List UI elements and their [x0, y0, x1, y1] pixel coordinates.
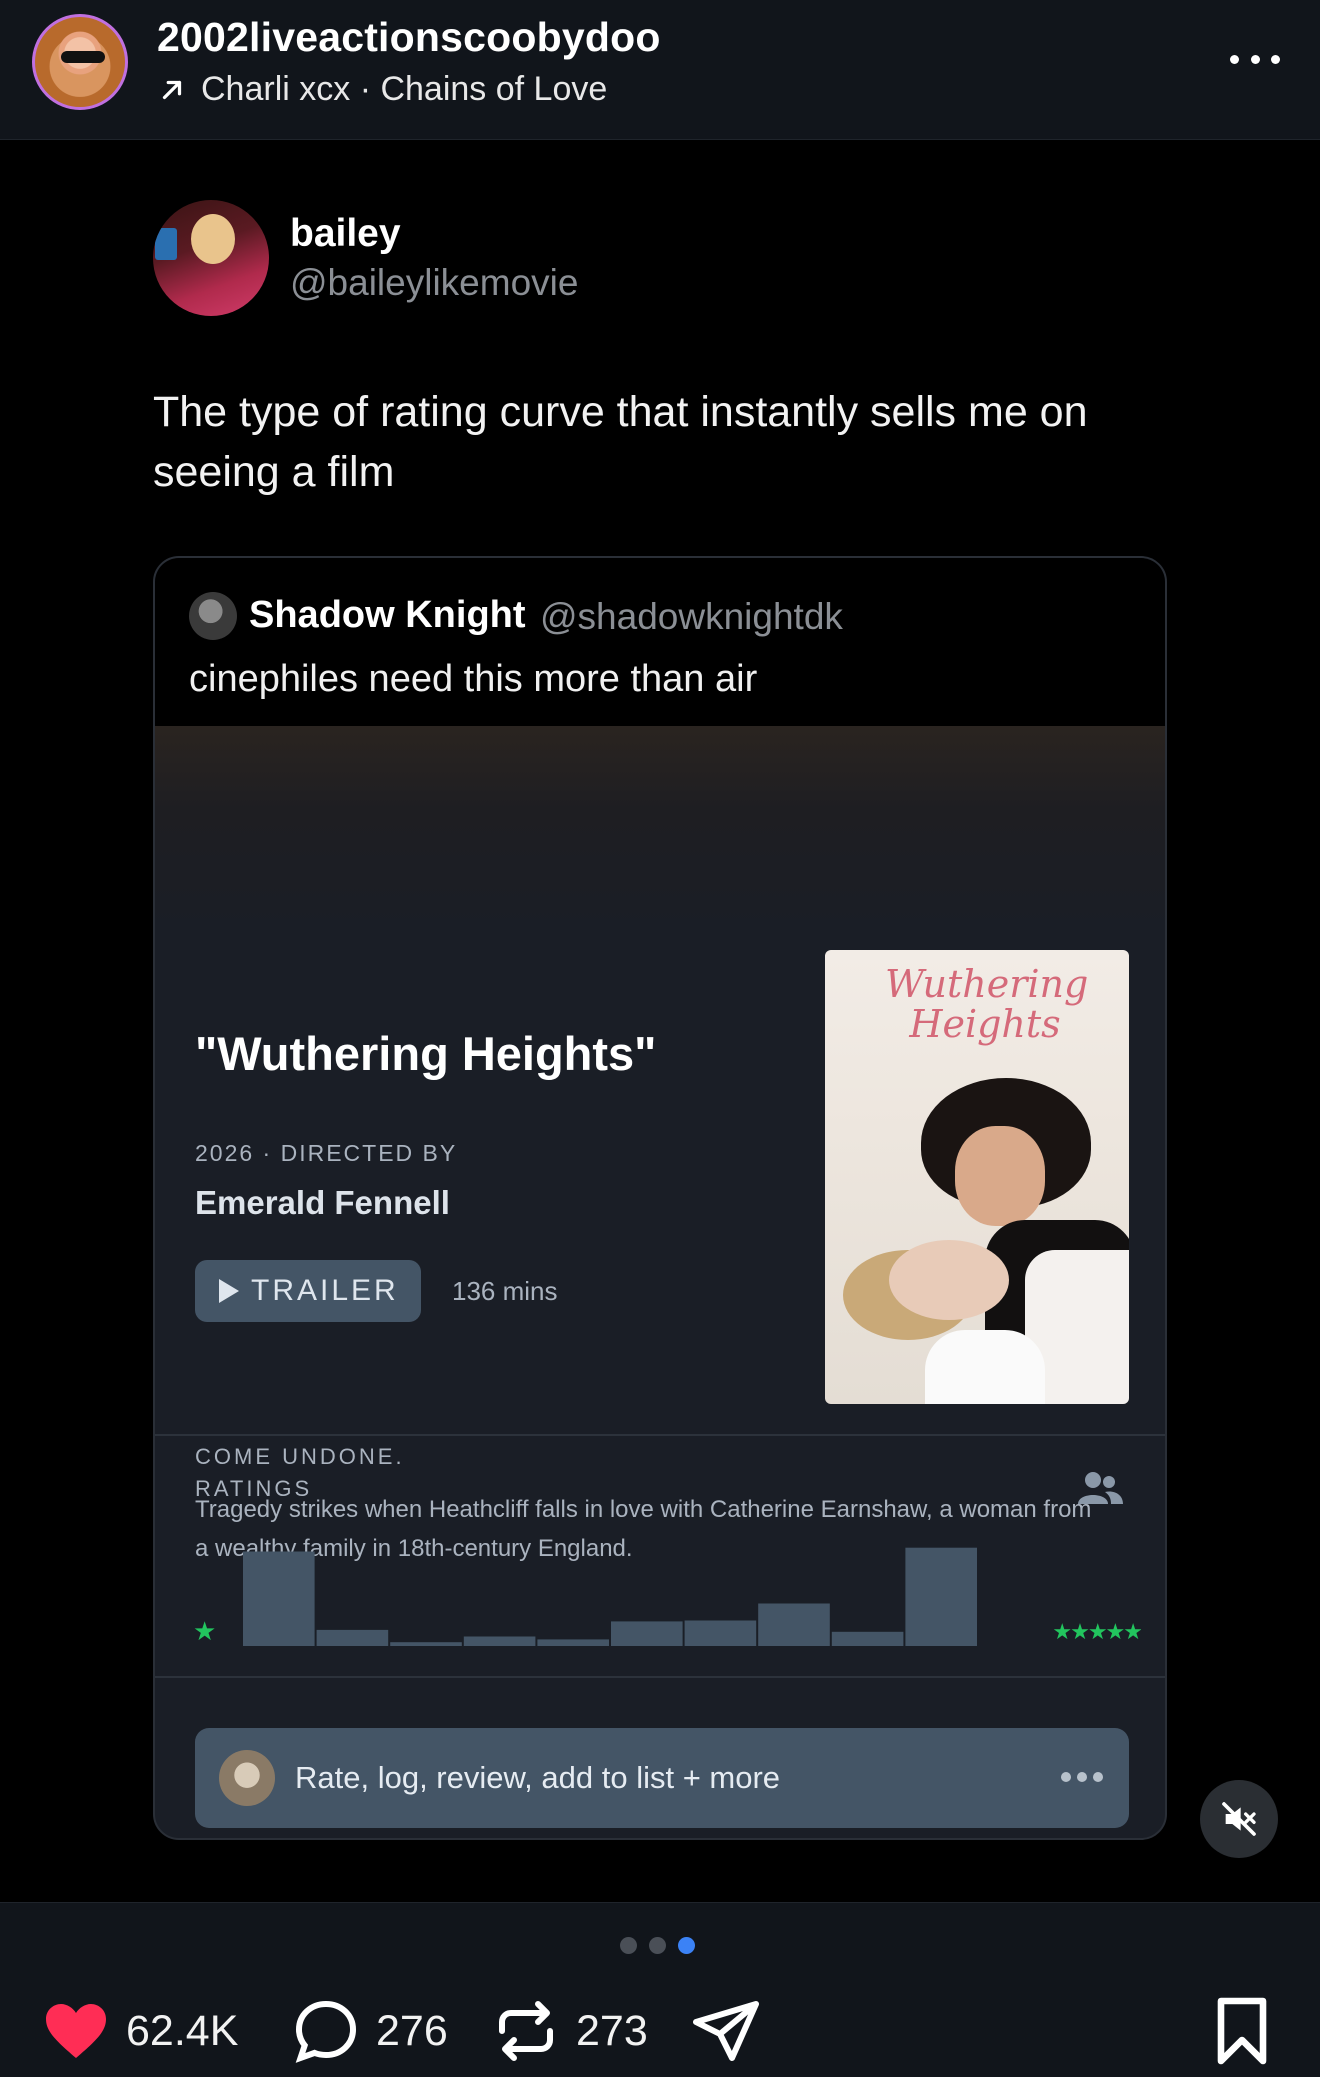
action-bar: 62.4K 276 273: [0, 1902, 1320, 2077]
rating-bar-0.5[interactable]: [243, 1551, 315, 1647]
comment-icon: [295, 2000, 357, 2063]
high-star-label: ★★★★★: [1052, 1620, 1141, 1645]
like-button[interactable]: 62.4K: [40, 1995, 238, 2067]
tweet-name: bailey: [290, 212, 401, 255]
user-avatar: [219, 1750, 275, 1806]
more-icon[interactable]: [1230, 44, 1280, 74]
repost-button[interactable]: 273: [490, 1995, 648, 2067]
divider: [155, 1434, 1165, 1436]
ratings-label: RATINGS: [195, 1476, 313, 1501]
repost-count: 273: [576, 2006, 648, 2055]
rating-bar-4.5[interactable]: [831, 1631, 904, 1646]
film-title: "Wuthering Heights": [195, 1027, 657, 1080]
quote-handle: @shadowknightdk: [540, 596, 843, 637]
rate-log-label: Rate, log, review, add to list + more: [295, 1760, 781, 1795]
rating-bar-1[interactable]: [316, 1629, 389, 1646]
quote-name: Shadow Knight: [249, 594, 526, 636]
share-button[interactable]: [690, 1995, 762, 2067]
author-avatar[interactable]: [32, 14, 128, 110]
rate-log-bar[interactable]: Rate, log, review, add to list + more: [195, 1728, 1129, 1828]
film-runtime: 136 mins: [452, 1276, 558, 1306]
film-poster: Wuthering Heights: [825, 950, 1129, 1404]
trailer-button[interactable]: TRAILER: [195, 1260, 421, 1322]
quoted-card: Shadow Knight @shadowknightdk cinephiles…: [153, 556, 1167, 1840]
poster-title: Wuthering Heights: [885, 962, 1089, 1046]
mute-button[interactable]: [1200, 1780, 1278, 1858]
low-star-label: ★: [193, 1617, 216, 1647]
quote-avatar: [189, 592, 237, 640]
heart-icon: [46, 2004, 106, 2058]
friends-icon[interactable]: [1075, 1468, 1125, 1508]
more-icon[interactable]: [1061, 1772, 1103, 1782]
repost-icon: [499, 2001, 553, 2061]
film-details: "Wuthering Heights" 2026 · DIRECTED BY E…: [155, 726, 1165, 1562]
like-count: 62.4K: [126, 2006, 239, 2055]
quote-text: cinephiles need this more than air: [189, 658, 758, 700]
rating-bar-3.5[interactable]: [684, 1620, 757, 1647]
rating-bar-5[interactable]: [905, 1547, 977, 1646]
rating-bar-2[interactable]: [463, 1636, 536, 1647]
divider: [155, 1676, 1165, 1678]
ratings-chart: ★ ★★★★★: [193, 1547, 1141, 1647]
play-icon: [219, 1279, 239, 1303]
film-tagline: COME UNDONE.: [195, 1444, 405, 1469]
share-icon: [693, 2001, 759, 2061]
pager-dot: [649, 1937, 666, 1954]
tweet-avatar: [153, 200, 269, 316]
comment-button[interactable]: 276: [290, 1995, 448, 2067]
post-header: 2002liveactionscoobydoo Charli xcx · Cha…: [0, 0, 1320, 140]
author-username[interactable]: 2002liveactionscoobydoo: [157, 14, 661, 61]
music-label: Charli xcx · Chains of Love: [201, 70, 608, 108]
pager-dot: [678, 1937, 695, 1954]
carousel-pager: [620, 1937, 695, 1954]
rating-bar-1.5[interactable]: [390, 1642, 462, 1646]
quote-header: Shadow Knight @shadowknightdk cinephiles…: [155, 558, 1165, 726]
mute-icon: [1222, 1802, 1256, 1836]
film-meta: 2026 · DIRECTED BY: [195, 1140, 458, 1166]
tweet-text: The type of rating curve that instantly …: [153, 388, 1088, 496]
film-director[interactable]: Emerald Fennell: [195, 1184, 450, 1222]
rating-bar-2.5[interactable]: [537, 1639, 609, 1646]
comment-count: 276: [376, 2006, 448, 2055]
pager-dot: [620, 1937, 637, 1954]
arrow-up-right-icon: [162, 80, 182, 99]
bookmark-icon[interactable]: [1212, 1995, 1272, 2067]
rating-bar-4[interactable]: [758, 1603, 830, 1647]
rating-bar-3[interactable]: [611, 1621, 683, 1646]
music-row[interactable]: Charli xcx · Chains of Love: [157, 70, 607, 109]
trailer-label: TRAILER: [251, 1274, 399, 1307]
tweet-handle: @baileylikemovie: [290, 262, 579, 303]
